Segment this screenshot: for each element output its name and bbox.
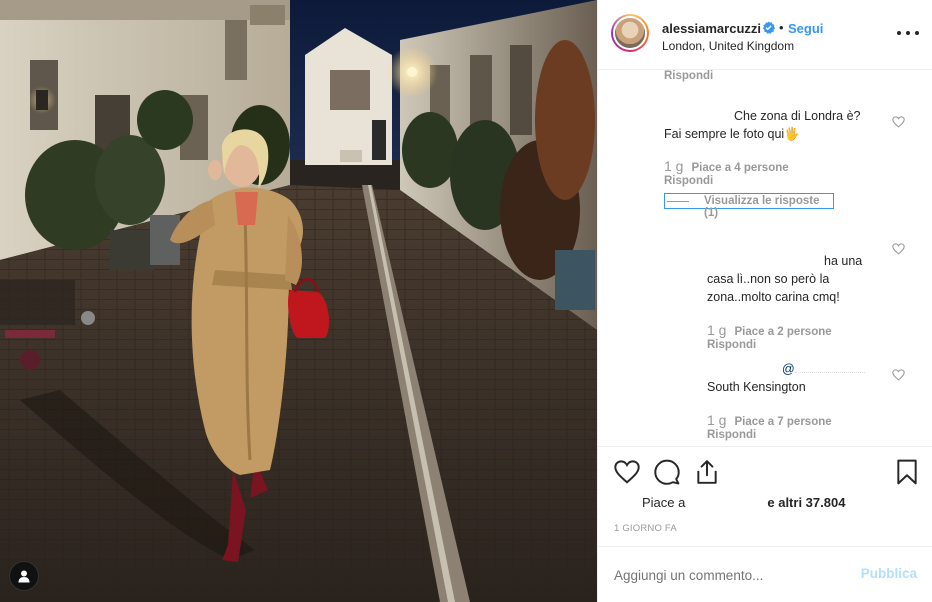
street-photo-illustration (0, 0, 597, 602)
comment-age: 1 g (664, 158, 684, 174)
comment-icon[interactable] (654, 459, 680, 485)
likes-count[interactable]: e altri 37.804 (767, 495, 845, 510)
comments-list[interactable]: Rispondi Che zona di Londra è? Fai sempr… (598, 70, 932, 446)
avatar[interactable] (611, 14, 649, 52)
post-photo[interactable] (0, 0, 597, 602)
comment-likes-count[interactable]: Piace a 4 persone (691, 162, 788, 174)
add-comment-bar: Pubblica (598, 546, 932, 602)
comment-like-heart-icon[interactable] (892, 243, 905, 255)
publish-button[interactable]: Pubblica (861, 566, 917, 581)
bookmark-icon[interactable] (894, 459, 920, 485)
user-tag-button[interactable] (9, 561, 39, 591)
post-actions: Piace a e altri 37.804 1 GIORNO FA (598, 446, 932, 546)
view-replies-button[interactable]: Visualizza le risposte (1) (664, 193, 834, 219)
likes-summary[interactable]: Piace a e altri 37.804 (642, 495, 845, 510)
comment-like-heart-icon[interactable] (892, 369, 905, 381)
comment-like-heart-icon[interactable] (892, 116, 905, 128)
comment-meta: 1 g Piace a 2 persone (707, 322, 832, 338)
comment-text: casa lì..non so però la (707, 272, 830, 286)
comment-mention[interactable]: @ (782, 360, 865, 378)
comment-age: 1 g (707, 322, 727, 338)
post-side-panel: alessiamarcuzzi • Segui London, United K… (597, 0, 932, 602)
reply-button[interactable]: Rispondi (707, 339, 756, 351)
post-timestamp[interactable]: 1 GIORNO FA (614, 523, 677, 534)
reply-button[interactable]: Rispondi (664, 70, 713, 82)
comment-text: Fai sempre le foto qui🖐 (664, 127, 800, 141)
reply-button[interactable]: Rispondi (664, 175, 713, 187)
comment-text: Che zona di Londra è? (734, 109, 861, 123)
verified-badge-icon (762, 21, 775, 34)
comment-text: South Kensington (707, 380, 806, 394)
likes-prefix: Piace a (642, 495, 686, 510)
heart-icon[interactable] (614, 459, 640, 485)
follow-button[interactable]: Segui (788, 21, 823, 36)
comment-meta: 1 g Piace a 7 persone (707, 412, 832, 428)
comment-age: 1 g (707, 412, 727, 428)
comment-likes-count[interactable]: Piace a 2 persone (734, 326, 831, 338)
post-location[interactable]: London, United Kingdom (662, 39, 794, 53)
more-options-icon[interactable] (897, 24, 919, 42)
comment-meta: 1 g Piace a 4 persone (664, 158, 789, 174)
comment-likes-count[interactable]: Piace a 7 persone (734, 416, 831, 428)
reply-button[interactable]: Rispondi (707, 429, 756, 441)
comment-text: ha una (824, 254, 863, 268)
post-header: alessiamarcuzzi • Segui London, United K… (598, 0, 932, 70)
separator-dot: • (779, 20, 784, 35)
share-icon[interactable] (694, 459, 720, 485)
comment-input[interactable] (614, 566, 834, 584)
user-tag-icon (18, 570, 30, 583)
author-username[interactable]: alessiamarcuzzi (662, 21, 761, 36)
comment-text: zona..molto carina cmq! (707, 290, 840, 304)
